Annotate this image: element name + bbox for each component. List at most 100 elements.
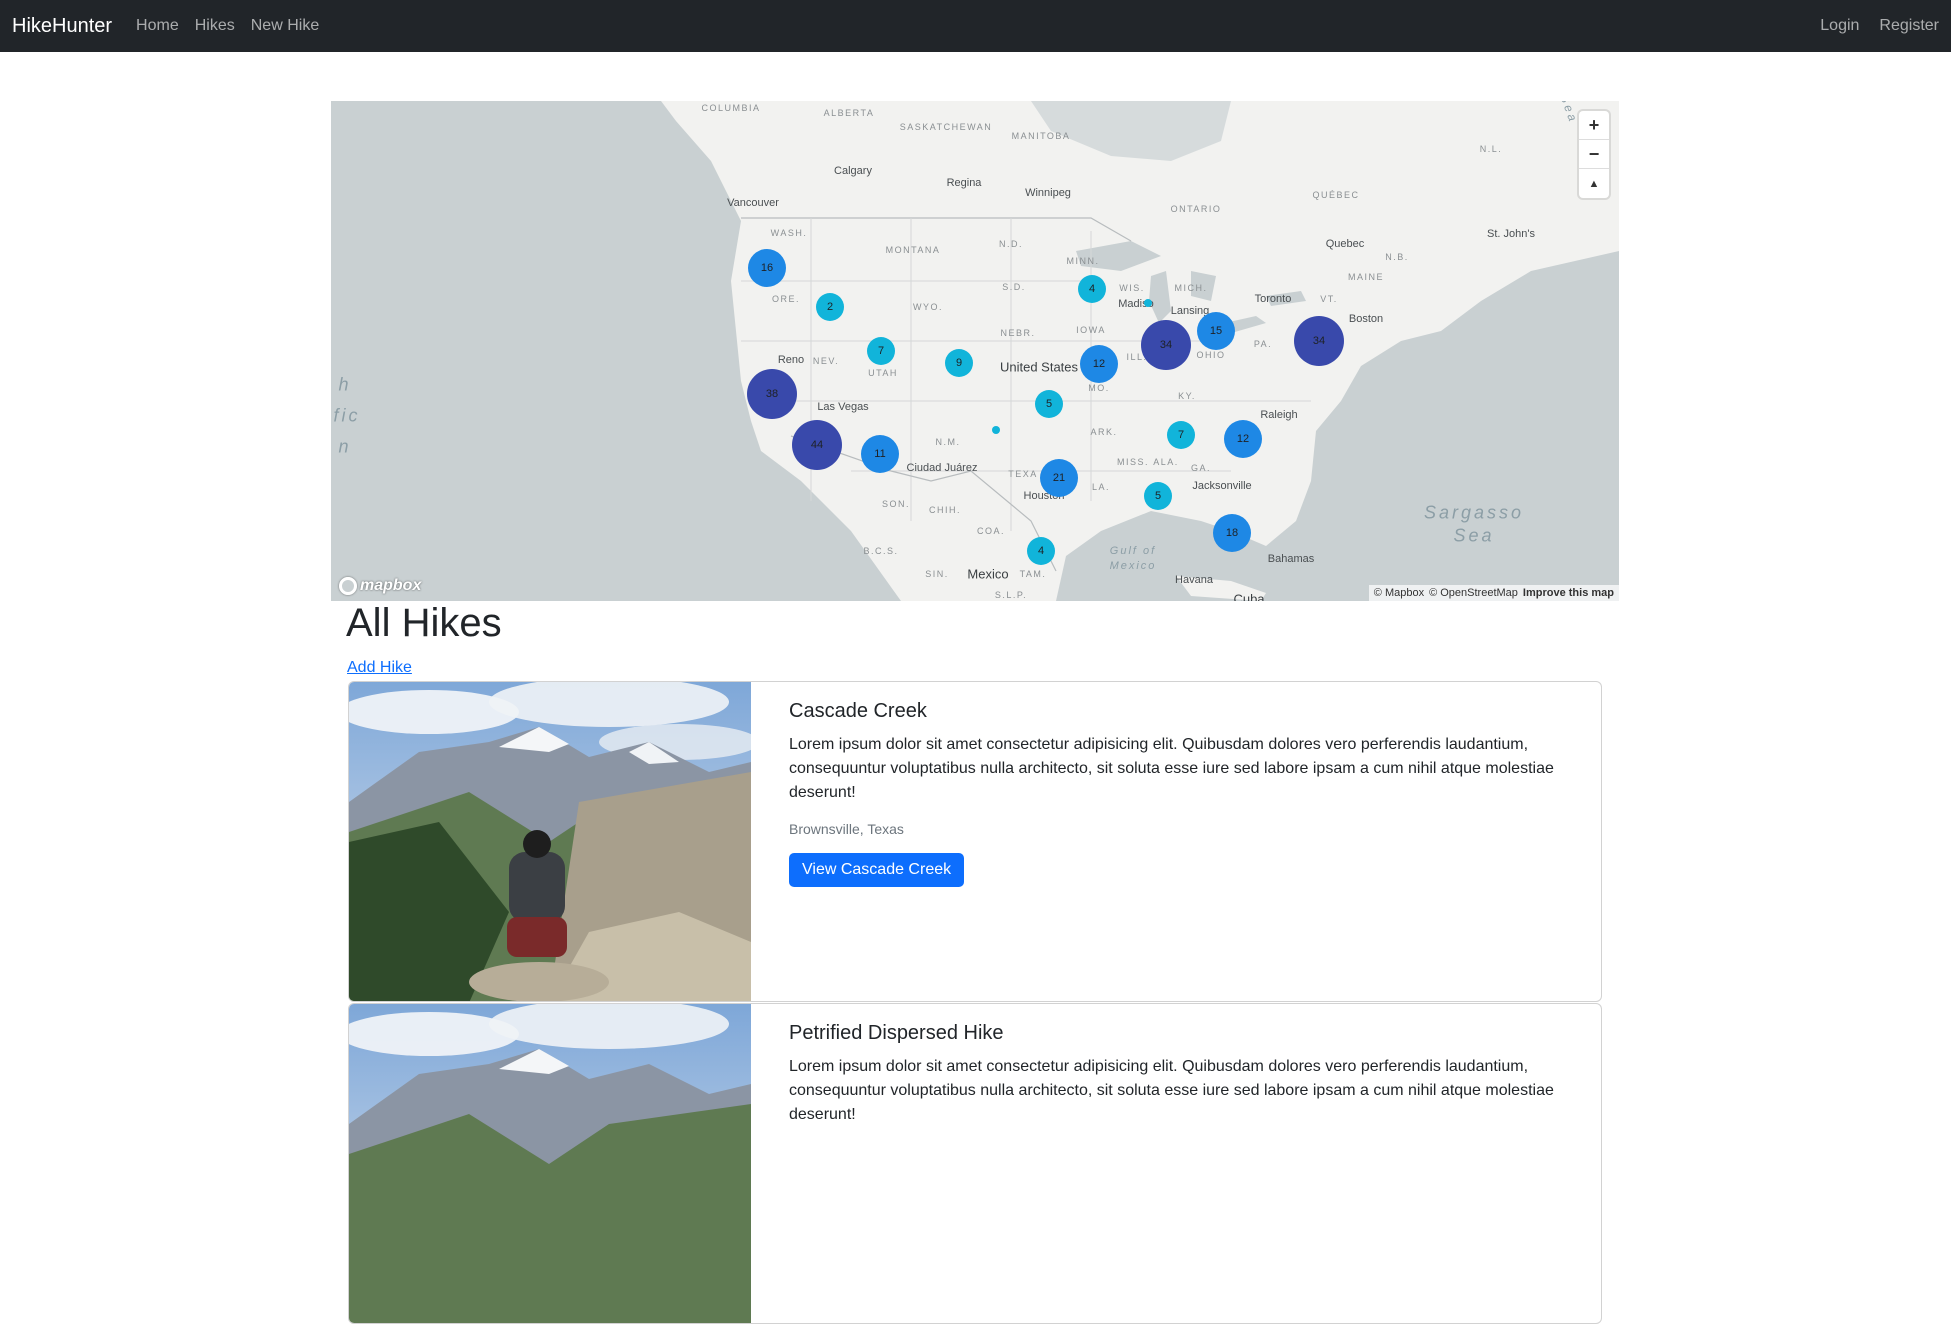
- hike-title: Petrified Dispersed Hike: [789, 1022, 1004, 1044]
- hike-card: Cascade Creek Lorem ipsum dolor sit amet…: [348, 681, 1602, 1002]
- label-ala: ALA.: [1153, 457, 1179, 467]
- attrib-mapbox-link[interactable]: © Mapbox: [1374, 587, 1424, 599]
- label-wash: WASH.: [770, 228, 808, 238]
- cluster-marker[interactable]: 12: [1080, 345, 1118, 383]
- label-boston: Boston: [1348, 313, 1384, 325]
- nav-hikes[interactable]: Hikes: [195, 17, 235, 35]
- label-pacific-1: h: [338, 374, 352, 395]
- label-regina: Regina: [946, 177, 982, 189]
- hike-description: Lorem ipsum dolor sit amet consectetur a…: [789, 736, 1554, 801]
- cluster-marker[interactable]: 34: [1141, 320, 1191, 370]
- cluster-map[interactable]: COLUMBIA ALBERTA SASKATCHEWAN MANITOBA O…: [331, 101, 1619, 601]
- label-toronto: Toronto: [1254, 293, 1292, 305]
- label-nebr: NEBR.: [1000, 328, 1036, 338]
- cluster-marker[interactable]: 18: [1213, 514, 1251, 552]
- cluster-marker[interactable]: 7: [867, 337, 895, 365]
- cluster-marker[interactable]: 5: [1035, 390, 1063, 418]
- label-saskatchewan: SASKATCHEWAN: [899, 122, 993, 132]
- label-ga: GA.: [1190, 463, 1212, 473]
- page-title: All Hikes: [346, 601, 502, 645]
- label-minn: MINN.: [1066, 256, 1100, 266]
- label-sargasso-2: Sea: [1453, 525, 1495, 546]
- label-united-states: United States: [999, 359, 1079, 375]
- label-manitoba: MANITOBA: [1011, 131, 1071, 141]
- mapbox-logo-icon: [339, 577, 357, 595]
- cluster-marker[interactable]: 9: [945, 349, 973, 377]
- label-quebec: QUÉBEC: [1312, 190, 1360, 200]
- label-mo: MO.: [1088, 383, 1110, 393]
- label-winnipeg: Winnipeg: [1025, 187, 1071, 199]
- label-montana: MONTANA: [885, 245, 941, 255]
- cluster-marker[interactable]: 34: [1294, 316, 1344, 366]
- zoom-out-button[interactable]: −: [1579, 140, 1609, 169]
- improve-map-link[interactable]: Improve this map: [1523, 587, 1614, 599]
- cluster-marker[interactable]: 4: [1078, 275, 1106, 303]
- hike-image: [349, 682, 751, 1001]
- label-wyo: WYO.: [913, 302, 943, 312]
- label-raleigh: Raleigh: [1260, 409, 1298, 421]
- mapbox-logo-text: mapbox: [360, 577, 422, 594]
- label-gulf-1: Gulf of: [1109, 545, 1157, 557]
- zoom-in-button[interactable]: +: [1579, 111, 1609, 140]
- label-sin: SIN.: [925, 569, 949, 579]
- label-mexico: Mexico: [967, 566, 1009, 582]
- label-slp: S.L.P.: [994, 590, 1028, 600]
- label-nm: N.M.: [935, 437, 961, 447]
- label-vancouver: Vancouver: [727, 197, 779, 209]
- label-havana: Havana: [1175, 574, 1213, 586]
- label-ciudad-juarez: Ciudad Juárez: [906, 462, 978, 474]
- view-hike-button[interactable]: View Cascade Creek: [789, 853, 965, 887]
- label-calgary: Calgary: [834, 165, 872, 177]
- cluster-marker[interactable]: 44: [792, 420, 842, 470]
- label-ark: ARK.: [1090, 427, 1118, 437]
- hike-image: [349, 1004, 751, 1323]
- hike-point[interactable]: [992, 426, 1000, 434]
- nav-register[interactable]: Register: [1879, 17, 1939, 35]
- label-alberta: ALBERTA: [823, 108, 875, 118]
- cluster-marker[interactable]: 15: [1197, 312, 1235, 350]
- nav-home[interactable]: Home: [136, 17, 179, 35]
- nav-new-hike[interactable]: New Hike: [251, 17, 319, 35]
- cluster-marker[interactable]: 4: [1027, 537, 1055, 565]
- label-sargasso-1: Sargasso: [1423, 502, 1525, 523]
- label-quebec-city: Quebec: [1325, 238, 1365, 250]
- label-utah: UTAH: [868, 368, 898, 378]
- hike-location: Brownsville, Texas: [789, 821, 904, 837]
- hike-photo: [349, 682, 751, 1001]
- label-ohio: OHIO: [1196, 350, 1226, 360]
- brand-link[interactable]: HikeHunter: [12, 15, 112, 38]
- label-cuba: Cuba: [1233, 591, 1265, 602]
- hike-card-body: Petrified Dispersed Hike Lorem ipsum dol…: [789, 1004, 1577, 1143]
- nav-login[interactable]: Login: [1820, 17, 1859, 35]
- cluster-marker[interactable]: 5: [1144, 482, 1172, 510]
- label-columbia: COLUMBIA: [701, 103, 761, 113]
- label-pacific-2: fic: [333, 405, 361, 426]
- cluster-marker[interactable]: 7: [1167, 421, 1195, 449]
- compass-button[interactable]: ▲: [1579, 169, 1609, 198]
- mapbox-logo[interactable]: mapbox: [339, 577, 421, 595]
- label-nev: NEV.: [812, 356, 840, 366]
- cluster-marker[interactable]: 2: [816, 293, 844, 321]
- label-nd: N.D.: [999, 239, 1023, 249]
- label-maine: MAINE: [1347, 272, 1385, 282]
- add-hike-link[interactable]: Add Hike: [347, 659, 412, 677]
- cluster-marker[interactable]: 11: [861, 435, 899, 473]
- label-vt: VT.: [1320, 294, 1338, 304]
- hike-card-body: Cascade Creek Lorem ipsum dolor sit amet…: [789, 682, 1577, 887]
- cluster-marker[interactable]: 16: [748, 249, 786, 287]
- label-sd: S.D.: [1002, 282, 1026, 292]
- label-ore: ORE.: [771, 294, 801, 304]
- hike-point[interactable]: [1144, 299, 1152, 307]
- label-reno: Reno: [777, 354, 805, 366]
- label-las-vegas: Las Vegas: [817, 401, 869, 413]
- hike-card: Petrified Dispersed Hike Lorem ipsum dol…: [348, 1003, 1602, 1324]
- label-jacksonville: Jacksonville: [1192, 480, 1252, 492]
- cluster-marker[interactable]: 38: [747, 369, 797, 419]
- label-gulf-2: Mexico: [1109, 560, 1157, 572]
- cluster-marker[interactable]: 21: [1040, 459, 1078, 497]
- hike-description: Lorem ipsum dolor sit amet consectetur a…: [789, 1058, 1554, 1123]
- cluster-marker[interactable]: 12: [1224, 420, 1262, 458]
- hike-title: Cascade Creek: [789, 700, 927, 722]
- nav-right: Login Register: [1806, 17, 1945, 35]
- attrib-osm-link[interactable]: © OpenStreetMap: [1429, 587, 1518, 599]
